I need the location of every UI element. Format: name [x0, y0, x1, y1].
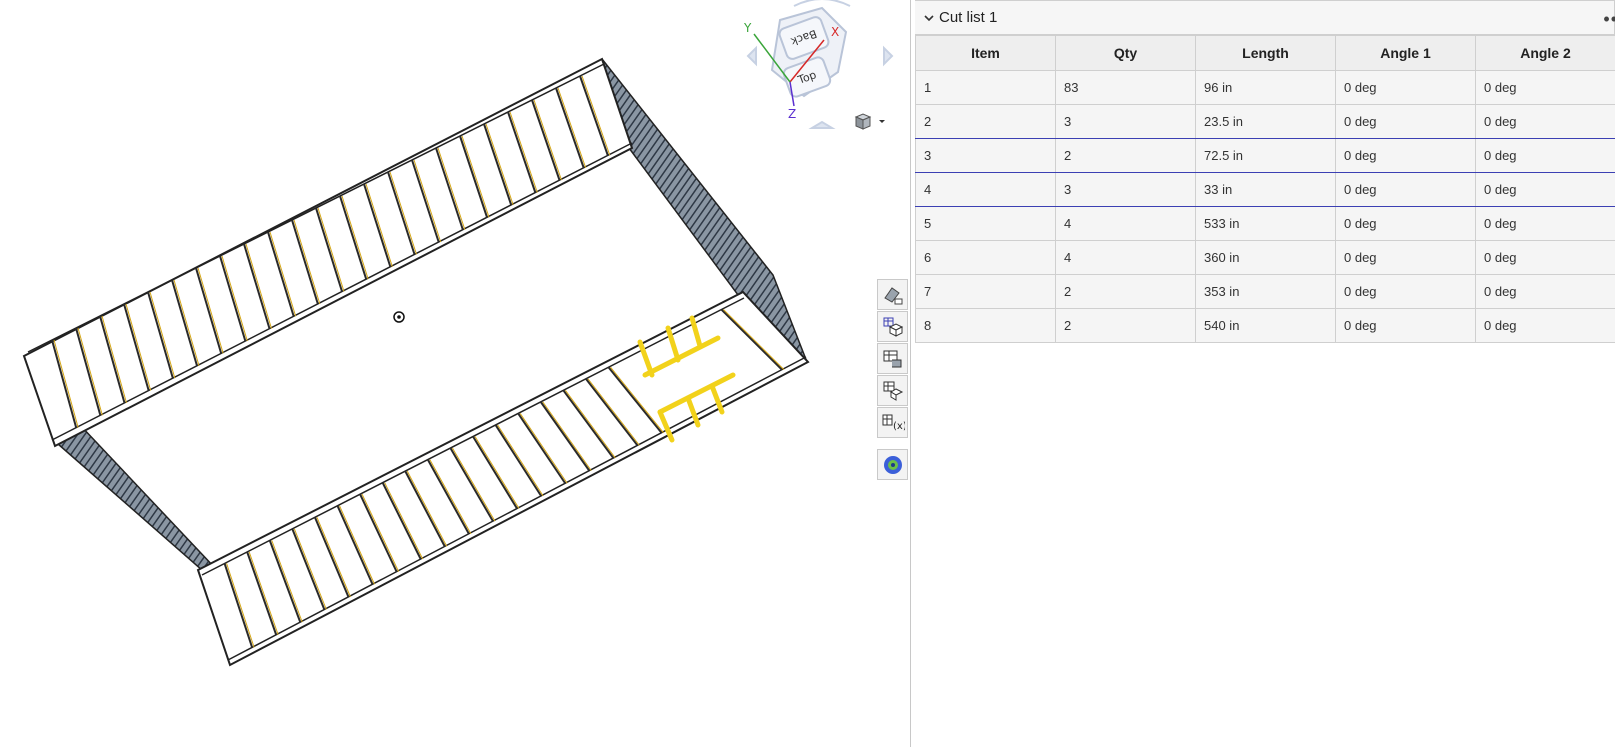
cell-qty: 3 — [1055, 172, 1196, 207]
cell-item: 8 — [915, 308, 1056, 343]
cell-length: 33 in — [1195, 172, 1336, 207]
3d-viewport[interactable]: Back Top X Y Z (x — [0, 0, 910, 747]
cell-item: 3 — [915, 138, 1056, 173]
svg-text:(x): (x) — [893, 421, 905, 432]
paint-bucket-icon — [883, 286, 902, 304]
right-toolbar: (x) — [877, 279, 910, 481]
cell-qty: 2 — [1055, 274, 1196, 309]
cell-qty: 83 — [1055, 70, 1196, 105]
cell-length: 96 in — [1195, 70, 1336, 105]
column-header[interactable]: Angle 1 — [1335, 35, 1476, 71]
cell-length: 533 in — [1195, 206, 1336, 241]
cell-angle1: 0 deg — [1335, 308, 1476, 343]
cell-angle2: 0 deg — [1475, 240, 1615, 275]
cell-length: 23.5 in — [1195, 104, 1336, 139]
cut-list-tool-button[interactable] — [877, 343, 908, 374]
table-row[interactable]: 8 2 540 in 0 deg 0 deg — [915, 308, 1615, 343]
axis-y-label: Y — [743, 21, 752, 35]
cell-angle2: 0 deg — [1475, 70, 1615, 105]
grid-cube-icon — [883, 317, 903, 337]
cell-qty: 2 — [1055, 138, 1196, 173]
cube-body[interactable]: Back Top — [770, 6, 848, 98]
cell-angle1: 0 deg — [1335, 172, 1476, 207]
column-header[interactable]: Qty — [1055, 35, 1196, 71]
panel-header[interactable]: Cut list 1 •• — [915, 0, 1615, 35]
table-row[interactable]: 6 4 360 in 0 deg 0 deg — [915, 240, 1615, 275]
cell-angle2: 0 deg — [1475, 172, 1615, 207]
cell-angle1: 0 deg — [1335, 70, 1476, 105]
section-view-tool-button[interactable] — [877, 311, 908, 342]
cell-length: 353 in — [1195, 274, 1336, 309]
cell-item: 4 — [915, 172, 1056, 207]
cell-qty: 4 — [1055, 206, 1196, 241]
cell-item: 5 — [915, 206, 1056, 241]
variables-tool-button[interactable]: (x) — [877, 407, 908, 438]
appearance-tool-button[interactable] — [877, 279, 908, 310]
rotation-center-icon — [393, 311, 405, 323]
table-row[interactable]: 2 3 23.5 in 0 deg 0 deg — [915, 104, 1615, 139]
cell-qty: 4 — [1055, 240, 1196, 275]
column-header[interactable]: Angle 2 — [1475, 35, 1615, 71]
table-variable-icon: (x) — [882, 414, 905, 432]
cell-length: 360 in — [1195, 240, 1336, 275]
configurations-tool-button[interactable] — [877, 375, 908, 406]
table-stack-icon — [883, 350, 901, 367]
table-row[interactable]: 4 3 33 in 0 deg 0 deg — [915, 172, 1615, 207]
cell-qty: 2 — [1055, 308, 1196, 343]
cell-angle2: 0 deg — [1475, 206, 1615, 241]
cell-item: 2 — [915, 104, 1056, 139]
table-cube-icon — [883, 381, 903, 401]
column-header[interactable]: Item — [915, 35, 1056, 71]
more-options-icon[interactable]: •• — [1603, 9, 1615, 30]
cell-item: 1 — [915, 70, 1056, 105]
collapse-chevron-icon[interactable] — [919, 14, 939, 22]
cell-angle1: 0 deg — [1335, 104, 1476, 139]
cell-angle1: 0 deg — [1335, 274, 1476, 309]
cut-list-table: Item Qty Length Angle 1 Angle 2 1 83 96 … — [915, 35, 1615, 343]
cell-angle2: 0 deg — [1475, 274, 1615, 309]
cell-length: 540 in — [1195, 308, 1336, 343]
cell-qty: 3 — [1055, 104, 1196, 139]
render-sphere-icon — [883, 455, 902, 474]
table-row[interactable]: 1 83 96 in 0 deg 0 deg — [915, 70, 1615, 105]
chevron-down-icon — [879, 120, 885, 123]
top-long-wall — [22, 57, 634, 448]
panel-splitter[interactable] — [910, 0, 911, 747]
panel-title: Cut list 1 — [939, 9, 998, 26]
cell-angle1: 0 deg — [1335, 240, 1476, 275]
cell-angle2: 0 deg — [1475, 104, 1615, 139]
axis-x-label: X — [831, 25, 839, 39]
bottom-long-wall — [196, 290, 810, 667]
table-row[interactable]: 7 2 353 in 0 deg 0 deg — [915, 274, 1615, 309]
table-row[interactable]: 5 4 533 in 0 deg 0 deg — [915, 206, 1615, 241]
axis-z-label: Z — [788, 107, 796, 121]
table-header-row: Item Qty Length Angle 1 Angle 2 — [915, 35, 1615, 71]
render-tool-button[interactable] — [877, 449, 908, 480]
cell-angle2: 0 deg — [1475, 138, 1615, 173]
cell-item: 7 — [915, 274, 1056, 309]
table-row[interactable]: 3 2 72.5 in 0 deg 0 deg — [915, 138, 1615, 173]
cell-angle2: 0 deg — [1475, 308, 1615, 343]
cell-item: 6 — [915, 240, 1056, 275]
cube-icon — [854, 113, 885, 130]
view-options-button[interactable] — [853, 112, 887, 132]
cell-length: 72.5 in — [1195, 138, 1336, 173]
cell-angle1: 0 deg — [1335, 138, 1476, 173]
cut-list-panel: Cut list 1 •• Item Qty Length Angle 1 An… — [915, 0, 1615, 747]
column-header[interactable]: Length — [1195, 35, 1336, 71]
cell-angle1: 0 deg — [1335, 206, 1476, 241]
